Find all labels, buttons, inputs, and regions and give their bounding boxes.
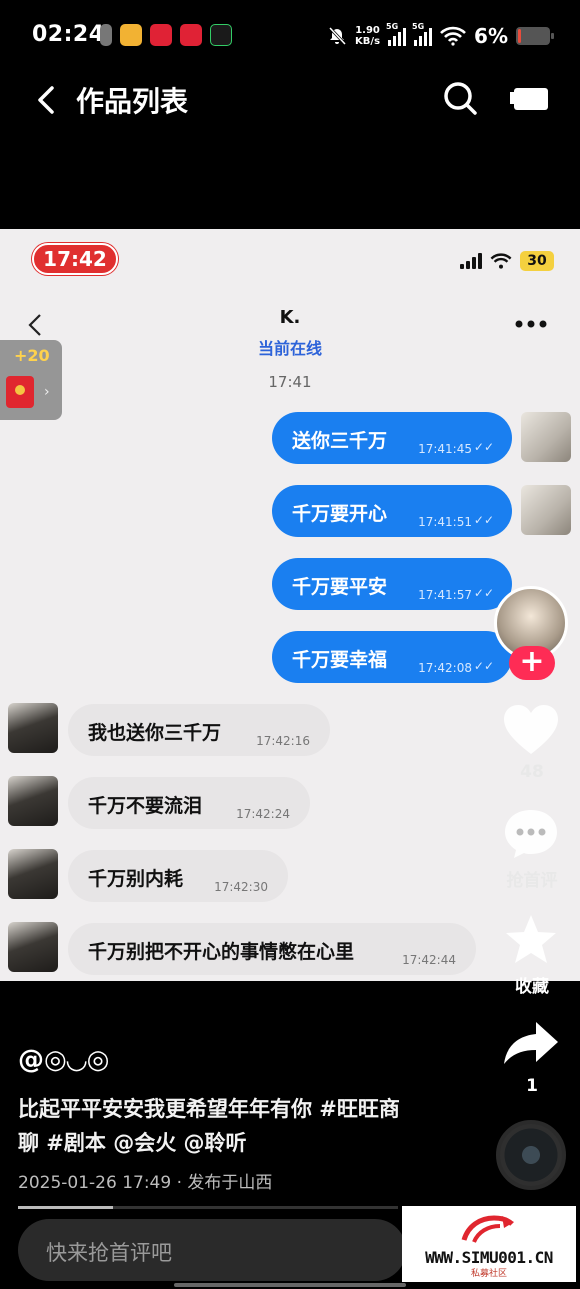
read-check-icon: ✓✓ (473, 586, 494, 600)
comment-icon[interactable] (500, 806, 562, 860)
comment-input[interactable]: 快来抢首评吧 (18, 1219, 406, 1281)
share-arrow-icon[interactable] (500, 1018, 562, 1068)
chat-time-divider: 17:41 (268, 373, 312, 391)
red-envelope-icon (6, 376, 34, 408)
outgoing-message: 千万要平安 17:41:57 ✓✓ (272, 558, 512, 610)
video-progress[interactable] (18, 1206, 398, 1209)
signal-icon (460, 253, 482, 269)
post-caption: 比起平平安安我更希望年年有你 #旺旺商聊 #剧本 @会火 @聆听 (18, 1097, 400, 1155)
contact-avatar (8, 776, 58, 826)
search-icon[interactable] (440, 78, 480, 118)
contact-avatar (8, 703, 58, 753)
watermark-sub: 私募社区 (470, 1269, 507, 1279)
net-speed: 1.90 KB/s (355, 25, 381, 47)
share-count: 1 (526, 1076, 538, 1096)
contact-avatar (8, 922, 58, 972)
watermark-site: WWW.SIMU001.CN (425, 1248, 553, 1267)
notification-icon (100, 24, 112, 46)
heart-icon[interactable] (500, 702, 562, 758)
red-packet-bonus: +20 (14, 346, 50, 365)
outgoing-message: 千万要幸福 17:42:08 ✓✓ (272, 631, 512, 683)
post-meta: 2025-01-26 17:49 · 发布于山西 (18, 1173, 273, 1193)
pinduoduo-app-icon (180, 24, 202, 46)
author-handle[interactable]: @◎◡◎ (18, 1045, 109, 1075)
app-icon (210, 24, 232, 46)
more-dots-icon (515, 320, 547, 328)
sender-avatar (521, 412, 571, 462)
home-indicator[interactable] (174, 1283, 406, 1287)
mute-bell-icon (328, 26, 347, 46)
chat-header: K. 当前在线 (0, 289, 580, 359)
outgoing-message: 送你三千万 17:41:45 ✓✓ (272, 412, 512, 464)
watermark-logo-icon (461, 1215, 514, 1243)
comment-label: 抢首评 (506, 871, 558, 891)
recorded-battery: 30 (520, 251, 554, 271)
status-bar: 02:24 1.90 KB/s 5G 5G 6% (0, 0, 580, 72)
favorite-label: 收藏 (515, 977, 549, 997)
incoming-message: 千万不要流泪 17:42:24 (68, 777, 310, 829)
outgoing-message: 千万要开心 17:41:51 ✓✓ (272, 485, 512, 537)
incoming-message: 我也送你三千万 17:42:16 (68, 704, 330, 756)
follow-button[interactable]: + (509, 646, 555, 680)
read-check-icon: ✓✓ (473, 513, 494, 527)
incoming-message: 千万别把不开心的事情憋在心里 17:42:44 (68, 923, 476, 975)
xiaohongshu-app-icon (150, 24, 172, 46)
contact-name: K. (279, 307, 301, 328)
watermark: WWW.SIMU001.CN 私募社区 (402, 1206, 576, 1282)
star-icon[interactable] (500, 912, 562, 968)
recorded-status-icons: 30 (460, 251, 554, 271)
battery-icon (516, 27, 554, 45)
status-time: 02:24 (32, 22, 105, 47)
incoming-message: 千万别内耗 17:42:30 (68, 850, 288, 902)
top-navigation: 作品列表 (0, 72, 580, 132)
status-app-icons (100, 24, 232, 46)
cast-screen-icon[interactable] (510, 82, 552, 114)
read-check-icon: ✓✓ (473, 659, 494, 673)
wifi-icon (440, 26, 466, 46)
back-arrow-icon[interactable] (28, 80, 68, 120)
sender-avatar (521, 485, 571, 535)
battery-percent: 6% (474, 24, 508, 48)
signal-icon: 5G (412, 22, 433, 46)
page-title: 作品列表 (76, 85, 189, 118)
mail-app-icon (120, 24, 142, 46)
recorded-status-time: 17:42 (32, 243, 118, 275)
chevron-right-icon: › (44, 384, 50, 400)
signal-icon: 5G (386, 22, 407, 46)
contact-status: 当前在线 (257, 339, 322, 358)
red-packet-widget[interactable]: +20 › (0, 340, 62, 420)
like-count: 48 (520, 762, 544, 782)
read-check-icon: ✓✓ (473, 440, 494, 454)
contact-avatar (8, 849, 58, 899)
comment-placeholder: 快来抢首评吧 (46, 1241, 172, 1265)
wifi-icon (490, 253, 512, 269)
music-disc[interactable] (496, 1120, 566, 1190)
